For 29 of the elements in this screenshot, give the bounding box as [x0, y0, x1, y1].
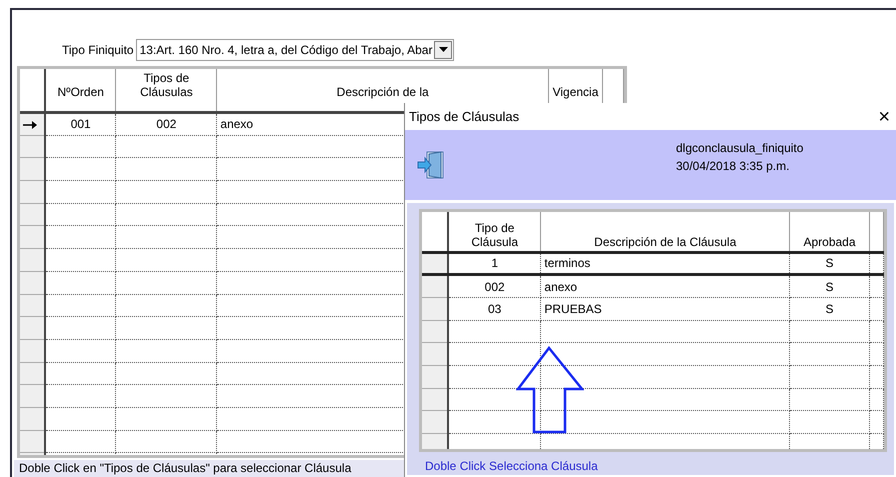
field-label: Tipo Finiquito	[62, 42, 134, 58]
table-cell: 002	[484, 280, 505, 294]
column-header: Vigencia	[552, 85, 598, 99]
window-title: Tipos de Cláusulas	[409, 108, 520, 126]
table-cell: S	[826, 280, 834, 294]
table-row[interactable]: 002 anexo S	[422, 274, 884, 298]
close-button[interactable]: ×	[876, 106, 892, 126]
form-name: dlgconclausula_finiquito	[676, 140, 804, 157]
table-cell: 1	[491, 256, 498, 270]
column-header: Descripción de la	[336, 85, 429, 99]
table-cell: terminos	[544, 256, 590, 270]
table-cell: 001	[70, 117, 91, 132]
table-cell: PRUEBAS	[544, 302, 602, 316]
table-cell: 03	[488, 302, 502, 316]
column-header: Aprobada	[803, 234, 856, 248]
column-header: NºOrden	[58, 85, 104, 99]
caret-icon	[438, 47, 448, 52]
date-text: 30/04/2018 3:35 p.m.	[676, 158, 790, 175]
table-cell: S	[826, 256, 834, 270]
table-cell: S	[826, 302, 834, 316]
table-cell: 002	[156, 117, 176, 132]
column-header: Tipos de Cláusulas	[139, 71, 194, 99]
table-row[interactable]: 03 PRUEBAS S	[422, 297, 884, 320]
column-header: Tipo de Cláusula	[470, 220, 520, 248]
table-cell: anexo	[220, 117, 254, 132]
column-header: Descripción de la Cláusula	[594, 234, 736, 248]
table-cell: anexo	[544, 280, 578, 294]
dropdown-field[interactable]: 13:Art. 160 Nro. 4, letra a, del Código del Trabajo, Abar	[136, 38, 454, 60]
hint-text: Doble Click Selecciona Cláusula	[424, 458, 599, 475]
